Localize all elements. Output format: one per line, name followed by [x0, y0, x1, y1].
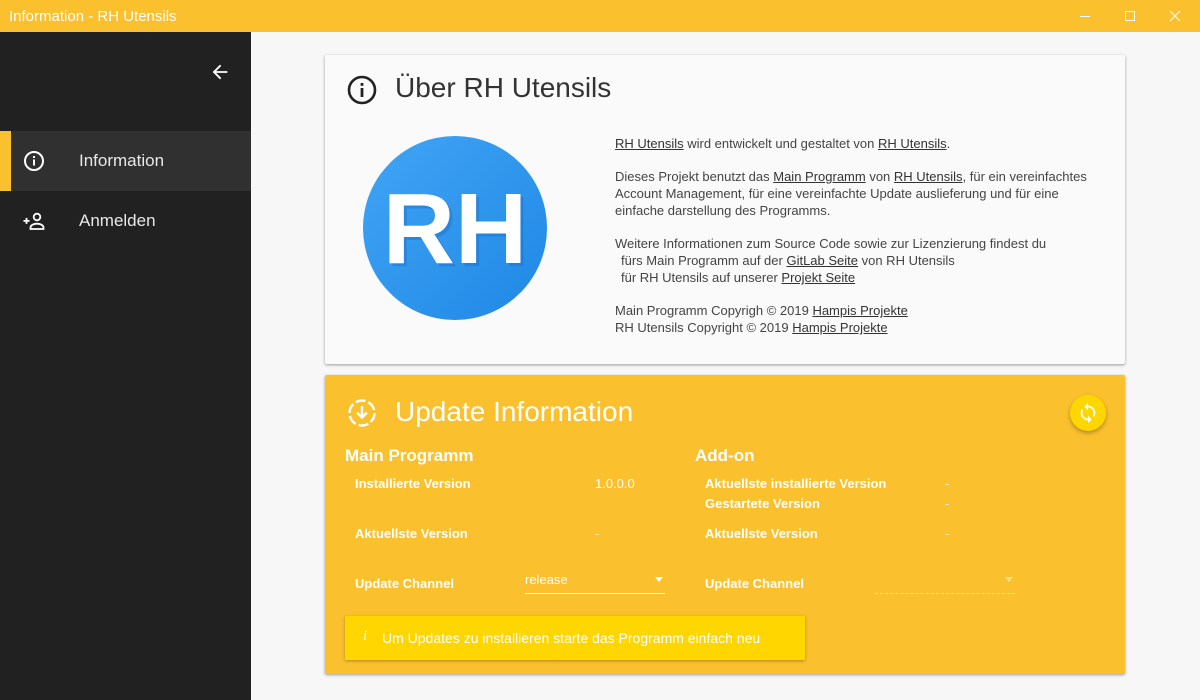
- maximize-icon: [1125, 11, 1135, 21]
- info-icon: i: [363, 628, 368, 644]
- addon-latest-value: -: [945, 526, 950, 541]
- rh-utensils-link[interactable]: RH Utensils: [894, 169, 963, 184]
- update-title: Update Information: [395, 396, 634, 427]
- hampis-projekte-link[interactable]: Hampis Projekte: [792, 320, 887, 335]
- addon-installed-label: Aktuellste installierte Version: [705, 476, 887, 491]
- about-info: RH Utensils wird entwickelt und gestalte…: [615, 135, 1095, 336]
- about-paragraph-1: RH Utensils wird entwickelt und gestalte…: [615, 135, 1095, 152]
- addon-installed-value: -: [945, 476, 950, 491]
- gitlab-link[interactable]: GitLab Seite: [786, 253, 858, 268]
- active-indicator: [0, 131, 11, 191]
- maximize-button[interactable]: [1107, 0, 1153, 32]
- main-programm-title: Main Programm: [345, 446, 474, 465]
- sidebar-item-anmelden[interactable]: Anmelden: [0, 191, 251, 251]
- sidebar-item-information[interactable]: Information: [0, 131, 251, 191]
- sidebar: Information Anmelden: [0, 32, 251, 700]
- info-icon: [347, 75, 377, 105]
- main-latest-value: -: [595, 526, 600, 541]
- back-button[interactable]: [206, 58, 234, 86]
- hampis-projekte-link[interactable]: Hampis Projekte: [812, 303, 907, 318]
- rh-utensils-link[interactable]: RH Utensils: [615, 136, 684, 151]
- addon-channel-label: Update Channel: [705, 576, 804, 591]
- main-latest-label: Aktuellste Version: [355, 526, 468, 541]
- about-text: .: [946, 136, 951, 151]
- about-paragraph-3: Weitere Informationen zum Source Code so…: [615, 235, 1095, 286]
- main-channel-value: release: [525, 572, 568, 587]
- addon-title: Add-on: [695, 446, 755, 465]
- addon-latest-label: Aktuellste Version: [705, 526, 818, 541]
- download-circle-icon: [348, 399, 376, 427]
- refresh-button[interactable]: [1070, 395, 1106, 431]
- about-text: fürs Main Programm auf der: [621, 253, 787, 268]
- about-text: von RH Utensils: [858, 253, 955, 268]
- sidebar-item-label: Anmelden: [79, 211, 156, 230]
- title-bar: Information - RH Utensils: [0, 0, 1200, 32]
- rh-utensils-author-link[interactable]: RH Utensils: [878, 136, 947, 151]
- main-channel-label: Update Channel: [355, 576, 454, 591]
- main-installed-value: 1.0.0.0: [595, 476, 635, 491]
- minimize-icon: [1080, 16, 1090, 17]
- about-text: wird entwickelt und gestaltet von: [683, 136, 879, 151]
- arrow-left-icon: [212, 64, 228, 80]
- info-icon: [24, 151, 44, 171]
- project-page-link[interactable]: Projekt Seite: [781, 270, 855, 285]
- logo-text: RH: [383, 173, 527, 285]
- update-card: Update Information Main Programm Install…: [325, 375, 1125, 674]
- about-paragraph-2: Dieses Projekt benutzt das Main Programm…: [615, 168, 1095, 219]
- about-text: Dieses Projekt benutzt das: [615, 169, 774, 184]
- notice-text: Um Updates zu installieren starte das Pr…: [382, 630, 761, 646]
- close-button[interactable]: [1152, 0, 1198, 32]
- chevron-down-icon: [655, 577, 663, 582]
- addon-channel-select[interactable]: [875, 571, 1015, 594]
- copyright: Main Programm Copyrigh © 2019 Hampis Pro…: [615, 302, 1095, 336]
- about-text: für RH Utensils auf unserer: [621, 270, 782, 285]
- update-notice: i Um Updates zu installieren starte das …: [345, 616, 805, 660]
- rh-logo: RH RH: [363, 136, 547, 320]
- addon-started-value: -: [945, 496, 950, 511]
- addon-started-label: Gestartete Version: [705, 496, 820, 511]
- main-channel-select[interactable]: release: [525, 571, 665, 594]
- copyright-text: Main Programm Copyrigh © 2019: [615, 303, 813, 318]
- about-card: Über RH Utensils RH RH RH Utensils wird …: [325, 55, 1125, 364]
- about-text: Weitere Informationen zum Source Code so…: [615, 236, 1047, 251]
- main-installed-label: Installierte Version: [355, 476, 471, 491]
- close-icon: [1169, 10, 1181, 22]
- chevron-down-icon: [1005, 577, 1013, 582]
- refresh-icon: [1080, 402, 1096, 424]
- account-plus-icon: [23, 212, 45, 230]
- about-title: Über RH Utensils: [395, 72, 612, 103]
- sidebar-item-label: Information: [79, 151, 165, 170]
- about-text: von: [865, 169, 894, 184]
- copyright-text: RH Utensils Copyright © 2019: [615, 320, 793, 335]
- minimize-button[interactable]: [1062, 0, 1108, 32]
- window-title: Information - RH Utensils: [9, 8, 177, 25]
- main-programm-link[interactable]: Main Programm: [773, 169, 865, 184]
